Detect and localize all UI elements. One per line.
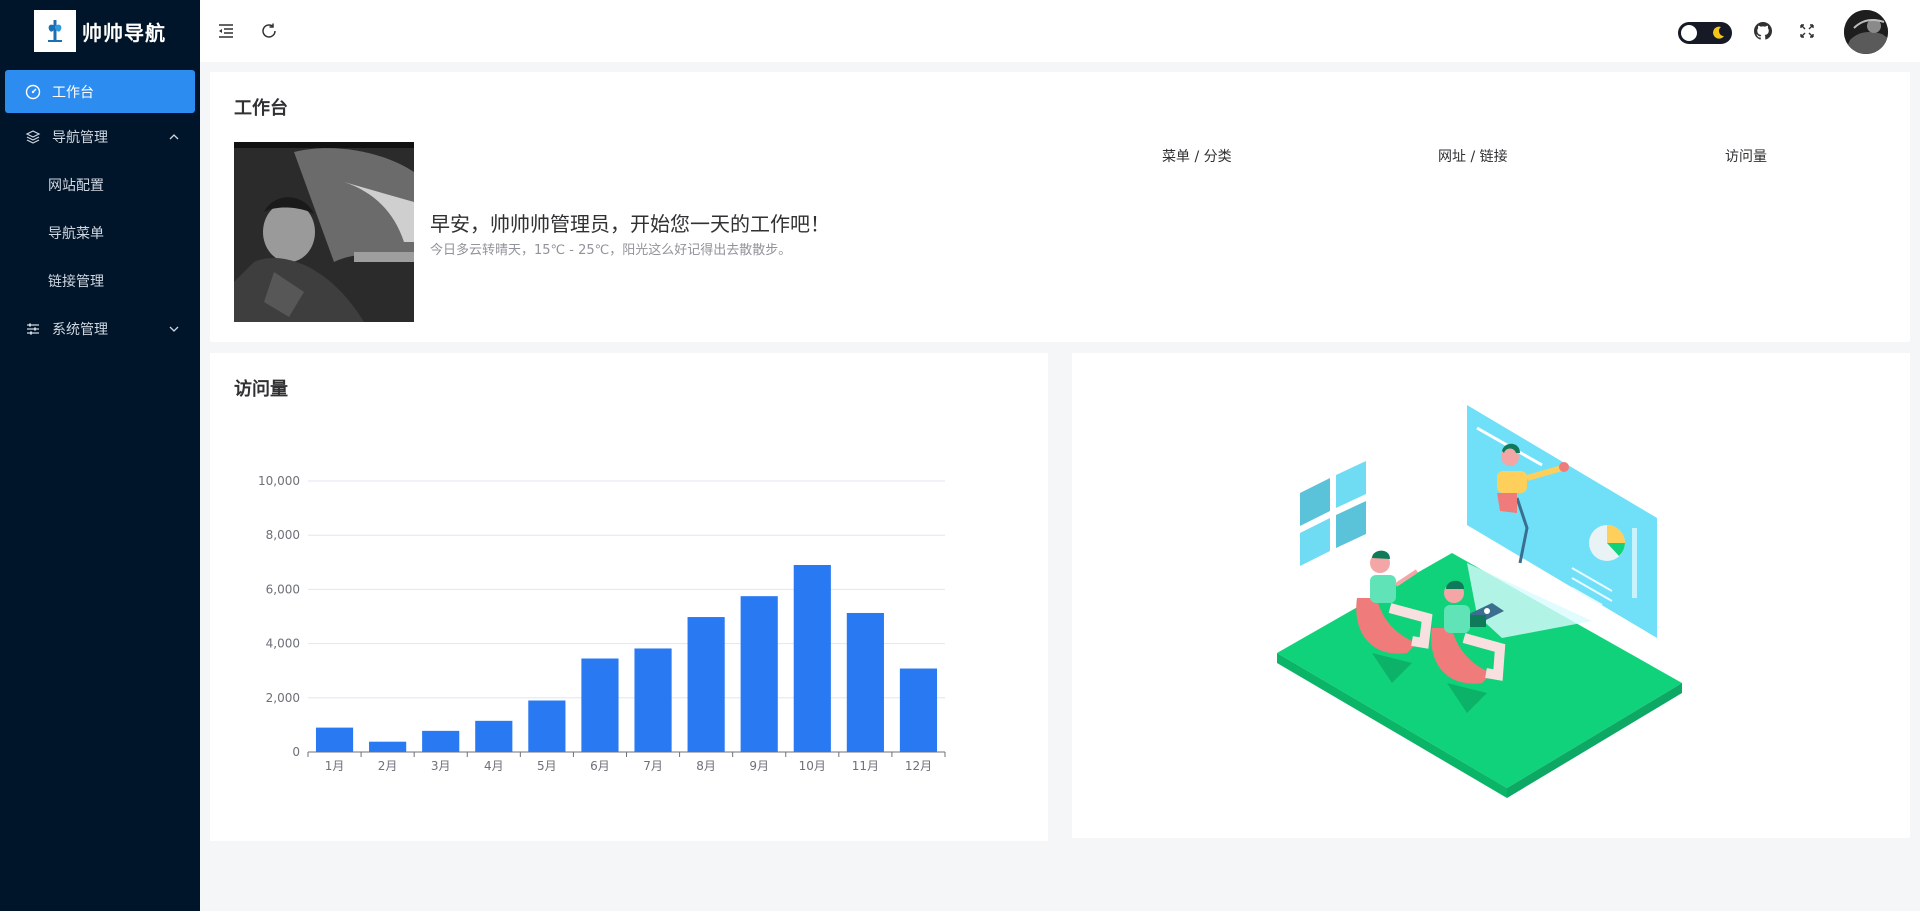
x-tick-label: 1月 [325,759,345,773]
chevron-up-icon [168,131,180,143]
refresh-icon[interactable] [258,20,280,42]
x-tick-label: 5月 [537,759,557,773]
y-tick-label: 6,000 [266,582,300,596]
y-tick-label: 2,000 [266,691,300,705]
sliders-icon [24,320,42,338]
moon-icon [1710,25,1726,41]
visits-chart-card: 访问量 0 2,000 4,000 6,000 8,000 10,000 1月 2月 3月 4月 5… [210,353,1048,841]
x-tick-label: 12月 [905,759,932,773]
sidebar-item-label: 系统管理 [52,322,108,338]
x-tick-label: 11月 [852,759,879,773]
sidebar-item-workbench[interactable]: 工作台 [5,70,195,113]
sidebar-item-nav-management[interactable]: 导航管理 [0,113,200,161]
y-tick-label: 8,000 [266,528,300,542]
sidebar-item-nav-menu[interactable]: 导航菜单 [0,209,200,257]
page-title: 工作台 [234,98,288,119]
greeting-text: 早安，帅帅帅管理员，开始您一天的工作吧！ [430,212,830,236]
bar-3月[interactable] [422,730,460,752]
sidebar: 帅帅导航 工作台 导航管理 网站配置 导航菜单 链接管理 系统管理 [0,0,200,911]
x-tick-label: 9月 [749,759,769,773]
sidebar-item-label: 网站配置 [48,178,104,194]
logo-icon [34,10,76,52]
app-logo[interactable]: 帅帅导航 [0,0,200,62]
bar-2月[interactable] [369,741,407,752]
x-tick-label: 8月 [696,759,716,773]
x-tick-label: 3月 [431,759,451,773]
weather-text: 今日多云转晴天，15℃ - 25℃，阳光这么好记得出去散散步。 [430,243,792,258]
dark-mode-toggle[interactable] [1678,22,1732,44]
stat-visits: 访问量 [1725,149,1767,165]
bar-8月[interactable] [687,617,725,752]
y-tick-label: 0 [292,745,300,759]
bar-6月[interactable] [581,658,619,752]
github-icon[interactable] [1752,20,1774,42]
app-title: 帅帅导航 [82,20,166,45]
bar-4月[interactable] [475,720,513,752]
sidebar-item-label: 导航菜单 [48,226,104,242]
illustration-card [1072,353,1910,838]
x-tick-label: 10月 [799,759,826,773]
bar-11月[interactable] [846,612,884,752]
stat-menu-category: 菜单 / 分类 [1162,149,1232,165]
menu-fold-icon[interactable] [215,20,237,42]
sidebar-item-label: 链接管理 [48,274,104,290]
bar-5月[interactable] [528,700,566,752]
dashboard-icon [24,83,42,101]
top-header [200,0,1920,62]
y-tick-label: 4,000 [266,637,300,651]
profile-photo [234,142,414,322]
bar-12月[interactable] [899,668,938,752]
user-avatar[interactable] [1844,10,1888,54]
x-tick-label: 7月 [643,759,663,773]
sidebar-submenu-nav: 网站配置 导航菜单 链接管理 [0,161,200,305]
sidebar-item-label: 导航管理 [52,130,108,146]
toggle-knob [1681,25,1697,41]
visits-bar-chart: 0 2,000 4,000 6,000 8,000 10,000 1月 2月 3月 4月 5月 6月 7… [258,474,946,773]
fullscreen-icon[interactable] [1796,20,1818,42]
sidebar-item-site-config[interactable]: 网站配置 [0,161,200,209]
chevron-down-icon [168,323,180,335]
bar-7月[interactable] [634,648,672,752]
sidebar-menu: 工作台 导航管理 网站配置 导航菜单 链接管理 系统管理 [0,70,200,353]
sidebar-item-label: 工作台 [52,84,94,101]
bar-10月[interactable] [793,565,831,752]
bar-9月[interactable] [740,596,778,752]
sidebar-item-link-management[interactable]: 链接管理 [0,257,200,305]
bar-1月[interactable] [315,727,354,752]
presentation-illustration [1277,405,1682,798]
stat-url-link: 网址 / 链接 [1438,149,1508,165]
x-tick-label: 6月 [590,759,610,773]
sidebar-item-system-management[interactable]: 系统管理 [0,305,200,353]
layers-icon [24,128,42,146]
y-tick-label: 10,000 [258,474,300,488]
x-tick-label: 4月 [484,759,504,773]
x-tick-label: 2月 [378,759,398,773]
workbench-card: 工作台 早安，帅帅帅管理员，开始您一天的工作吧！ 今日多云转晴天，15℃ - 2… [210,72,1910,342]
